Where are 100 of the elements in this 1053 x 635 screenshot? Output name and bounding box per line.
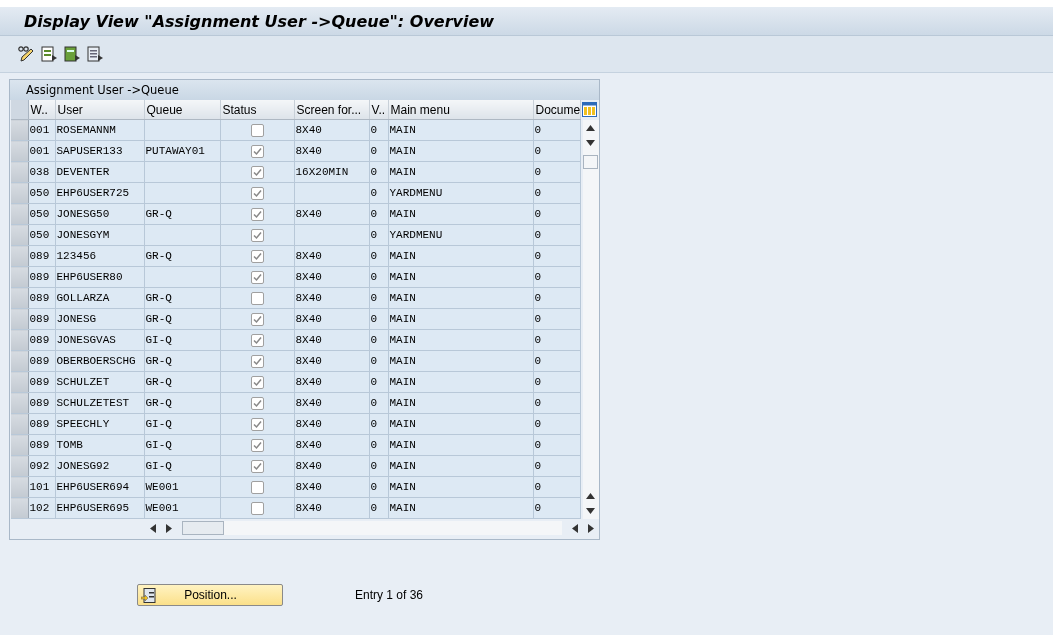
- table-cell: 0: [534, 145, 542, 157]
- table-cell: 089: [29, 376, 50, 388]
- table-cell: 0: [534, 397, 542, 409]
- table-cell: JONESG: [56, 313, 97, 325]
- table-cell: 0: [534, 250, 542, 262]
- table-cell: GR-Q: [145, 376, 172, 388]
- table-cell: 050: [29, 229, 50, 241]
- table-cell: 089: [29, 397, 50, 409]
- table-cell: EHP6USER725: [56, 187, 130, 199]
- table-cell: SPEECHLY: [56, 418, 110, 430]
- table-cell: 0: [534, 334, 542, 346]
- table-cell: 8X40: [295, 124, 322, 136]
- table-cell: MAIN: [389, 313, 416, 325]
- table-cell: 0: [370, 397, 378, 409]
- table-cell: 0: [534, 460, 542, 472]
- table-cell: 0: [370, 334, 378, 346]
- table-cell: 8X40: [295, 355, 322, 367]
- table-cell: MAIN: [389, 481, 416, 493]
- table-cell: 0: [534, 229, 542, 241]
- table-cell: MAIN: [389, 271, 416, 283]
- table-cell: GR-Q: [145, 292, 172, 304]
- table-cell: 0: [534, 124, 542, 136]
- table-cell: 8X40: [295, 460, 322, 472]
- table-cell: MAIN: [389, 166, 416, 178]
- table-cell: YARDMENU: [389, 187, 443, 199]
- table-cell: 8X40: [295, 397, 322, 409]
- table-cell: EHP6USER694: [56, 481, 130, 493]
- table-cell: 8X40: [295, 334, 322, 346]
- table-cell: MAIN: [389, 460, 416, 472]
- table-cell: 0: [534, 481, 542, 493]
- table-cell: GI-Q: [145, 418, 172, 430]
- table-cell: 0: [534, 439, 542, 451]
- table-cell: 0: [370, 271, 378, 283]
- column-header[interactable]: Status: [220, 100, 294, 120]
- table-cell: MAIN: [389, 502, 416, 514]
- table-cell: 089: [29, 439, 50, 451]
- table-cell: 050: [29, 208, 50, 220]
- table-cell: MAIN: [389, 334, 416, 346]
- table-cell: 0: [370, 166, 378, 178]
- table-cell: 8X40: [295, 439, 322, 451]
- table-cell: 0: [534, 208, 542, 220]
- table-cell: GOLLARZA: [56, 292, 110, 304]
- table-cell: 089: [29, 334, 50, 346]
- table-cell: 0: [370, 502, 378, 514]
- table-cell: DEVENTER: [56, 166, 110, 178]
- table-cell: 123456: [56, 250, 97, 262]
- column-header[interactable]: Screen for...: [294, 100, 369, 120]
- table-cell: JONESG92: [56, 460, 110, 472]
- table-cell: SCHULZETEST: [56, 397, 130, 409]
- position-button[interactable]: Position...: [137, 584, 283, 606]
- table-cell: 038: [29, 166, 50, 178]
- table-cell: 8X40: [295, 481, 322, 493]
- table-cell: MAIN: [389, 418, 416, 430]
- table-cell: 0: [534, 166, 542, 178]
- table-cell: 8X40: [295, 502, 322, 514]
- table-cell: 0: [370, 376, 378, 388]
- table-cell: GR-Q: [145, 397, 172, 409]
- column-header[interactable]: User: [55, 100, 144, 120]
- table-cell: TOMB: [56, 439, 83, 451]
- table-cell: 0: [534, 418, 542, 430]
- table-cell: GI-Q: [145, 439, 172, 451]
- table-cell: MAIN: [389, 124, 416, 136]
- table-cell: 8X40: [295, 208, 322, 220]
- column-header[interactable]: Main menu: [388, 100, 533, 120]
- table-cell: PUTAWAY01: [145, 145, 205, 157]
- table-cell: MAIN: [389, 397, 416, 409]
- table-cell: 0: [534, 187, 542, 199]
- table-cell: 0: [370, 187, 378, 199]
- table-cell: 0: [370, 439, 378, 451]
- table-cell: 102: [29, 502, 50, 514]
- table-cell: GR-Q: [145, 208, 172, 220]
- table-cell: 0: [370, 418, 378, 430]
- table-cell: 8X40: [295, 250, 322, 262]
- table-cell: 092: [29, 460, 50, 472]
- table-cell: 0: [370, 124, 378, 136]
- table-cell: 001: [29, 124, 50, 136]
- table-cell: 0: [370, 208, 378, 220]
- entry-count: Entry 1 of 36: [355, 588, 424, 602]
- table-cell: 0: [370, 313, 378, 325]
- table-cell: 089: [29, 355, 50, 367]
- table-cell: WE001: [145, 481, 179, 493]
- table-cell: 0: [370, 460, 378, 472]
- table-cell: 0: [534, 292, 542, 304]
- table-cell: 8X40: [295, 271, 322, 283]
- table-cell: JONESG50: [56, 208, 110, 220]
- table-cell: MAIN: [389, 376, 416, 388]
- table-cell: 0: [370, 355, 378, 367]
- table-cell: GR-Q: [145, 313, 172, 325]
- table-cell: GR-Q: [145, 250, 172, 262]
- table-cell: 089: [29, 313, 50, 325]
- table-cell: 0: [534, 376, 542, 388]
- table-cell: EHP6USER80: [56, 271, 123, 283]
- column-header[interactable]: Queue: [144, 100, 220, 120]
- table-cell: JONESGVAS: [56, 334, 116, 346]
- table-cell: 089: [29, 418, 50, 430]
- table-cell: MAIN: [389, 355, 416, 367]
- column-header[interactable]: W..: [28, 100, 55, 120]
- table-cell: 8X40: [295, 145, 322, 157]
- table-cell: 0: [534, 502, 542, 514]
- table-cell: MAIN: [389, 292, 416, 304]
